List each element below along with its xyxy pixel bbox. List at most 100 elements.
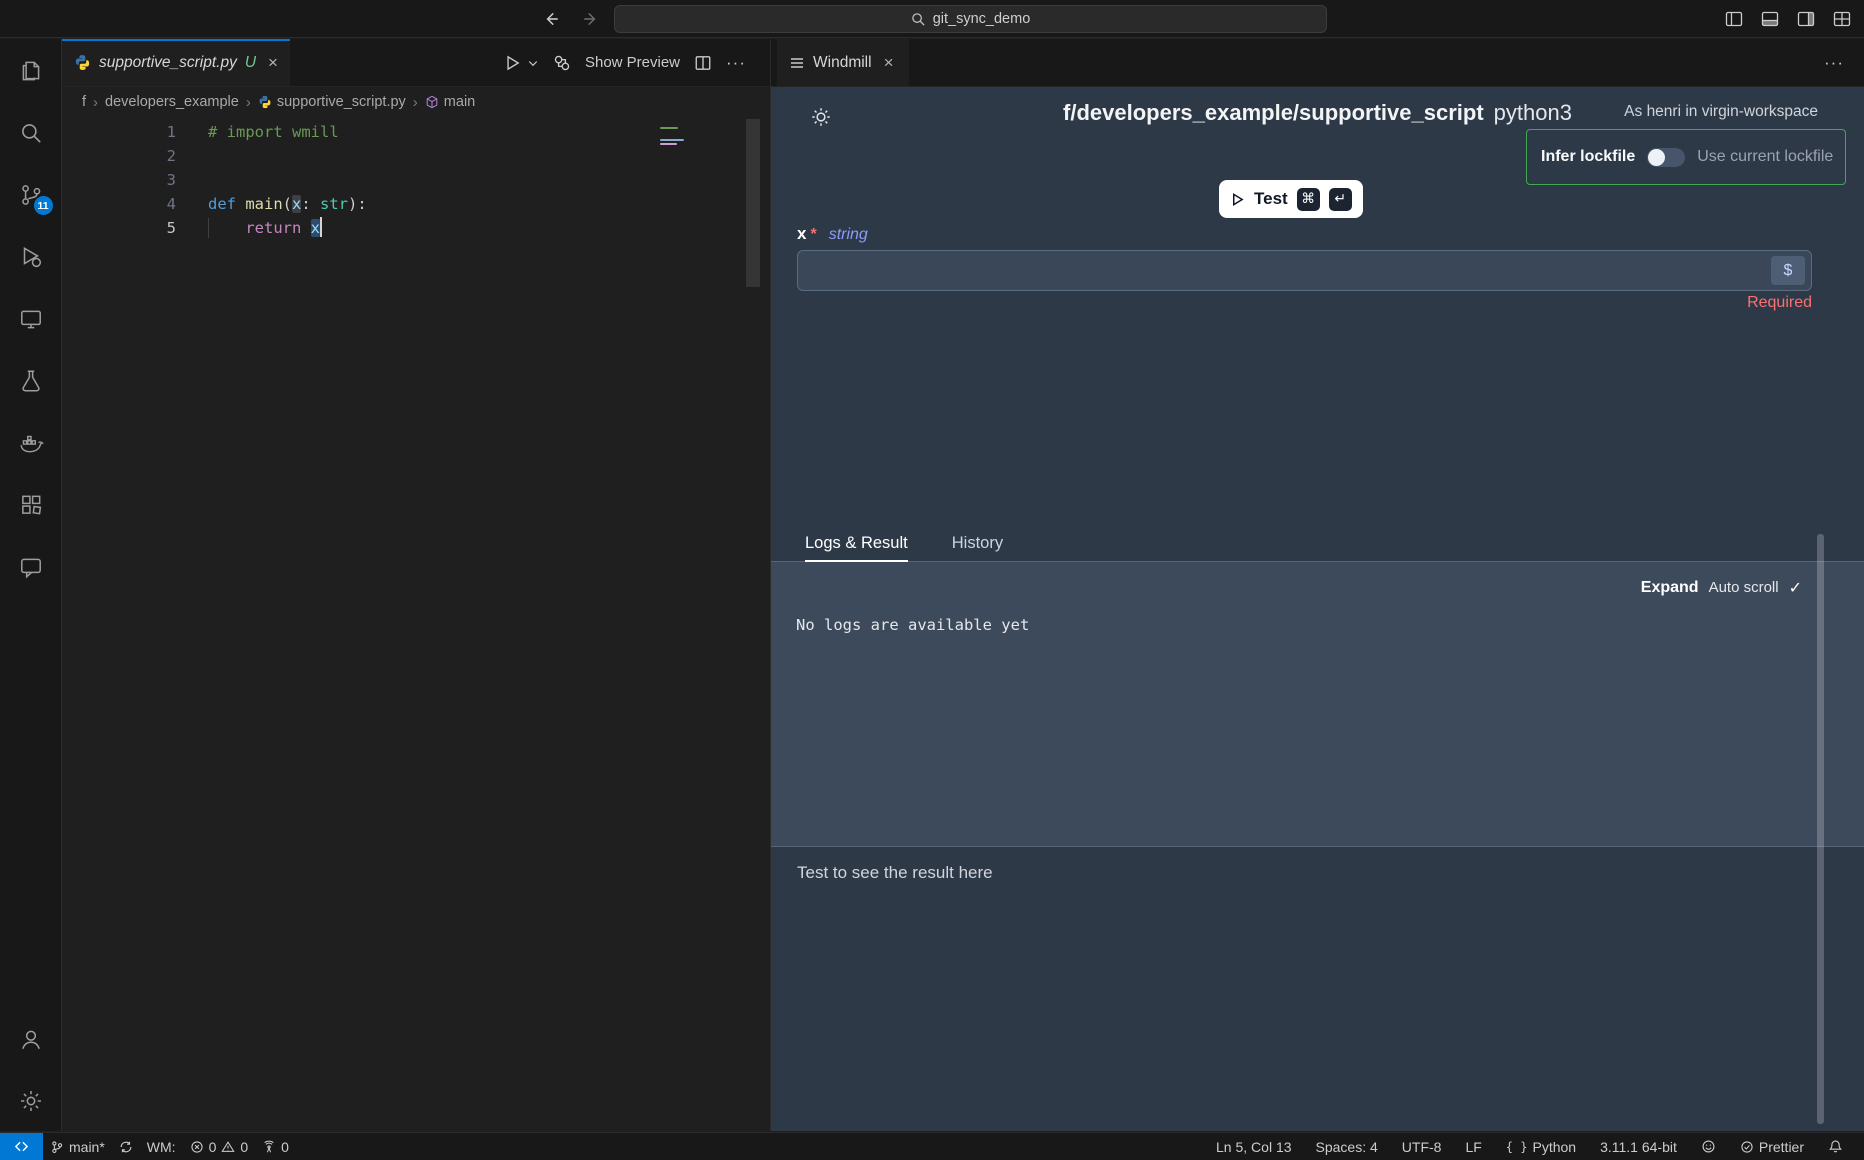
notifications-bell-icon[interactable] <box>1819 1133 1852 1160</box>
chat-icon[interactable] <box>7 543 55 591</box>
breadcrumb-file[interactable]: supportive_script.py <box>258 94 406 110</box>
braces-icon: { } <box>1506 1140 1528 1154</box>
toggle-panel-icon[interactable] <box>1760 9 1780 29</box>
tab-close-icon[interactable]: × <box>884 53 894 73</box>
lockfile-options-box: Infer lockfile Use current lockfile <box>1526 129 1846 185</box>
webview-scrollbar[interactable] <box>1817 534 1824 1124</box>
tab-title: supportive_script.py <box>99 54 237 72</box>
indent-guide <box>208 218 209 238</box>
windmill-tab-bar: Windmill × ··· <box>771 39 1864 87</box>
required-message: Required <box>1747 294 1812 312</box>
open-changes-icon[interactable] <box>553 54 571 72</box>
code-editor[interactable]: 1# import wmill234def main(x: str):5 ret… <box>62 117 770 1131</box>
run-debug-icon[interactable] <box>7 233 55 281</box>
run-context-label: As henri in virgin-workspace <box>1624 103 1818 121</box>
nav-forward-icon[interactable] <box>580 8 602 30</box>
code-line[interactable]: 5 return x <box>62 216 770 240</box>
editor-tab-bar: supportive_script.py U × Show Preview <box>62 39 770 87</box>
windmill-editor-group: Windmill × ··· f/developers_example/supp… <box>771 39 1864 1131</box>
windmill-more-actions-icon[interactable]: ··· <box>1824 53 1844 73</box>
toggle-primary-sidebar-icon[interactable] <box>1724 9 1744 29</box>
list-icon <box>789 55 805 71</box>
code-line[interactable]: 4def main(x: str): <box>62 192 770 216</box>
vscode-window: git_sync_demo <box>0 0 1864 1160</box>
text-cursor <box>320 217 322 237</box>
command-center-search[interactable]: git_sync_demo <box>614 5 1327 33</box>
testing-icon[interactable] <box>7 357 55 405</box>
breadcrumb-folder-f[interactable]: f <box>82 94 86 110</box>
extensions-icon[interactable] <box>7 481 55 529</box>
auto-scroll-check-icon[interactable]: ✓ <box>1789 578 1802 597</box>
line-number[interactable]: 2 <box>62 144 176 168</box>
minimap[interactable] <box>657 123 687 187</box>
remote-explorer-icon[interactable] <box>7 295 55 343</box>
logs-empty-message: No logs are available yet <box>796 616 1029 634</box>
settings-gear-icon[interactable] <box>7 1077 55 1125</box>
line-number[interactable]: 3 <box>62 168 176 192</box>
source-control-icon[interactable]: 11 <box>7 171 55 219</box>
cmd-key-icon: ⌘ <box>1297 188 1320 211</box>
search-icon <box>911 12 926 27</box>
python-interpreter-item[interactable]: 3.11.1 64-bit <box>1591 1133 1686 1160</box>
chevron-right-icon: › <box>93 94 98 111</box>
script-path: f/developers_example/supportive_script <box>1063 100 1484 125</box>
play-icon <box>1230 192 1245 207</box>
logs-result-tabs: Logs & Result History <box>771 525 1864 562</box>
problems-item[interactable]: 0 0 <box>183 1133 256 1160</box>
infer-lockfile-toggle[interactable] <box>1647 148 1685 167</box>
activity-bar: 11 <box>0 39 62 1131</box>
nav-back-icon[interactable] <box>540 8 562 30</box>
field-x-input[interactable] <box>804 251 1771 290</box>
scm-pending-badge: 11 <box>34 196 53 215</box>
split-editor-icon[interactable] <box>694 54 712 72</box>
auto-scroll-label[interactable]: Auto scroll <box>1709 579 1779 596</box>
variable-picker-button[interactable]: $ <box>1771 256 1805 285</box>
breadcrumb: f › developers_example › supportive_scri… <box>62 87 770 117</box>
command-center-text: git_sync_demo <box>933 11 1031 27</box>
language-mode-item[interactable]: { } Python <box>1497 1133 1585 1160</box>
chevron-right-icon: › <box>246 94 251 111</box>
ports-item[interactable]: 0 <box>255 1133 296 1160</box>
field-x-label: x* string <box>797 224 868 244</box>
sync-changes-icon[interactable] <box>112 1133 140 1160</box>
tab-windmill[interactable]: Windmill × <box>777 39 909 86</box>
search-sidebar-icon[interactable] <box>7 109 55 157</box>
show-preview-button[interactable]: Show Preview <box>585 54 680 71</box>
enter-key-icon: ↵ <box>1329 188 1352 211</box>
tab-logs-result[interactable]: Logs & Result <box>805 525 908 561</box>
encoding-item[interactable]: UTF-8 <box>1393 1133 1451 1160</box>
windmill-status-item[interactable]: WM: <box>140 1133 183 1160</box>
editor-scrollbar[interactable] <box>746 119 760 287</box>
tab-title: Windmill <box>813 54 872 72</box>
tab-git-status: U <box>245 54 256 72</box>
run-file-icon[interactable] <box>503 54 521 72</box>
chevron-right-icon: › <box>413 94 418 111</box>
test-button[interactable]: Test ⌘ ↵ <box>1219 180 1363 218</box>
breadcrumb-folder-developers-example[interactable]: developers_example <box>105 94 239 110</box>
run-dropdown-chevron-icon[interactable] <box>527 57 539 69</box>
docker-icon[interactable] <box>7 419 55 467</box>
line-number[interactable]: 1 <box>62 120 176 144</box>
accounts-icon[interactable] <box>7 1015 55 1063</box>
explorer-icon[interactable] <box>7 47 55 95</box>
indentation-item[interactable]: Spaces: 4 <box>1307 1133 1387 1160</box>
git-branch-item[interactable]: main* <box>43 1133 112 1160</box>
formatter-item[interactable]: Prettier <box>1731 1133 1813 1160</box>
line-number[interactable]: 5 <box>62 216 176 240</box>
editor-more-actions-icon[interactable]: ··· <box>726 53 746 73</box>
python-file-icon <box>74 54 91 71</box>
feedback-icon[interactable] <box>1692 1133 1725 1160</box>
use-current-lockfile-label: Use current lockfile <box>1697 148 1833 166</box>
tab-history[interactable]: History <box>952 525 1003 561</box>
eol-item[interactable]: LF <box>1456 1133 1490 1160</box>
breadcrumb-symbol-main[interactable]: main <box>425 94 475 110</box>
tab-close-icon[interactable]: × <box>268 53 278 73</box>
test-button-label: Test <box>1254 189 1288 209</box>
customize-layout-icon[interactable] <box>1832 9 1852 29</box>
tab-supportive-script[interactable]: supportive_script.py U × <box>62 39 290 86</box>
line-number[interactable]: 4 <box>62 192 176 216</box>
expand-button[interactable]: Expand <box>1641 579 1699 597</box>
remote-indicator-icon[interactable] <box>0 1133 43 1160</box>
toggle-secondary-sidebar-icon[interactable] <box>1796 9 1816 29</box>
cursor-position-item[interactable]: Ln 5, Col 13 <box>1207 1133 1301 1160</box>
